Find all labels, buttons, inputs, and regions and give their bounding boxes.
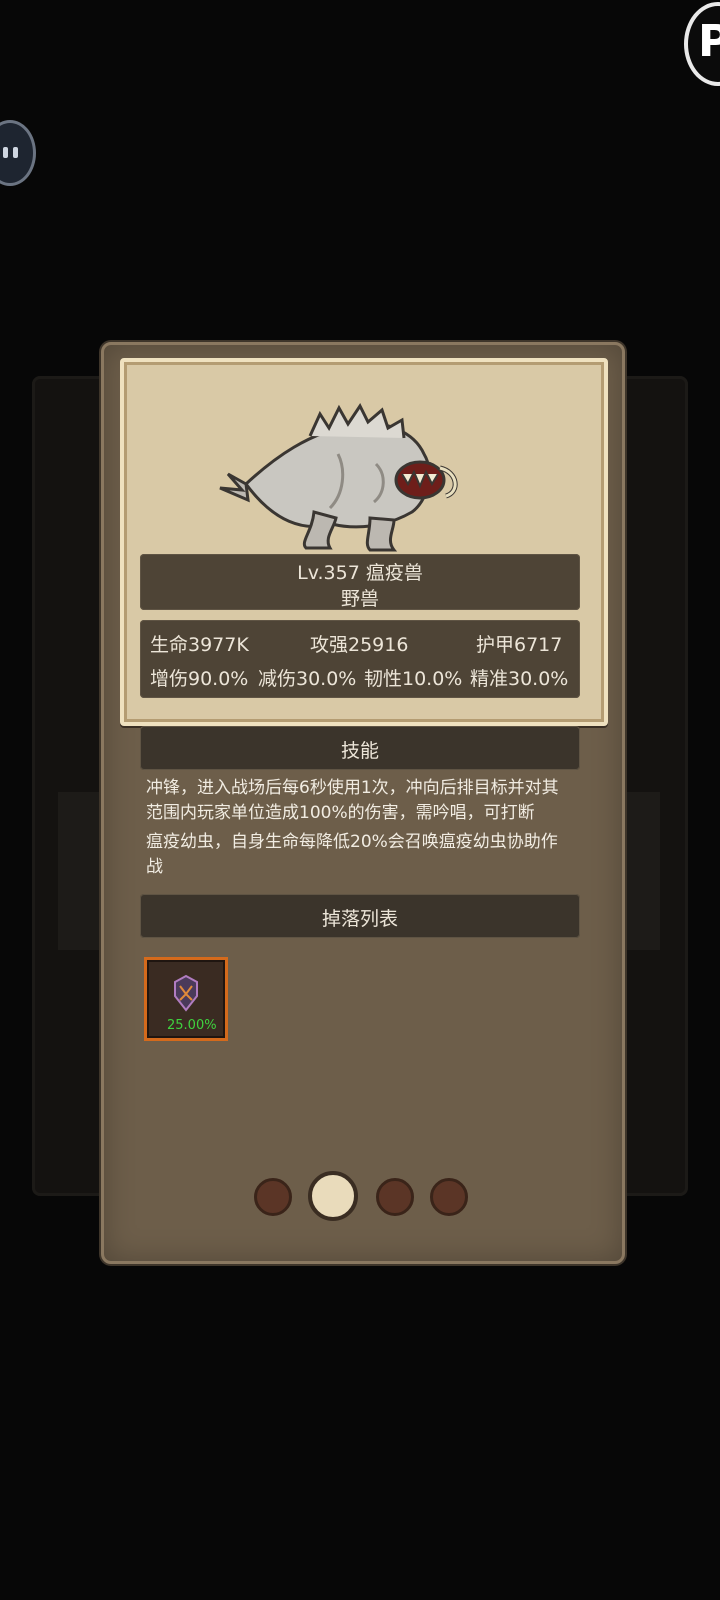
drop-chance: 25.00% [167,1018,217,1033]
skill-section-header: 技能 [140,726,580,770]
skill-description-line: 瘟疫幼虫，自身生命每降低20%会召唤瘟疫幼虫协助作 [146,832,558,852]
monster-stats-plate: 生命3977K 攻强25916 护甲6717 增伤90.0% 减伤30.0% 韧… [140,620,580,698]
stat-attack: 攻强25916 [310,634,409,656]
background-panel-inner [58,792,106,950]
stat-accuracy: 精准30.0% [470,668,569,690]
skill-description-line: 冲锋，进入战场后每6秒使用1次，冲向后排目标并对其 [146,778,559,798]
monster-category: 野兽 [340,588,379,610]
skill-description-line: 范围内玩家单位造成100%的伤害，需吟唱，可打断 [146,803,535,823]
drop-list-header: 掉落列表 [140,894,580,938]
plague-beast-illustration [219,403,458,552]
skill-header-label: 技能 [340,740,379,762]
armor-piece-icon [174,974,198,1012]
chat-bubble-icon[interactable] [0,120,36,186]
skill-description-line: 战 [146,857,163,877]
stat-damage-up: 增伤90.0% [150,668,249,690]
corner-badge-button[interactable]: P [684,2,720,86]
drop-item-slot[interactable]: 25.00% [144,957,228,1041]
page-dot-2-active[interactable] [308,1171,358,1221]
page-dot-1[interactable] [254,1178,292,1216]
stat-tenacity: 韧性10.0% [364,668,463,690]
stat-hp: 生命3977K [150,634,249,656]
stat-armor: 护甲6717 [476,634,563,656]
monster-title: Lv.357 瘟疫兽 [297,562,423,584]
page-dot-3[interactable] [376,1178,414,1216]
monster-name-plate: Lv.357 瘟疫兽 野兽 [140,554,580,610]
page-dot-4[interactable] [430,1178,468,1216]
stat-damage-reduction: 减伤30.0% [258,668,357,690]
drop-header-label: 掉落列表 [321,908,398,930]
corner-badge-letter: P [698,16,720,67]
